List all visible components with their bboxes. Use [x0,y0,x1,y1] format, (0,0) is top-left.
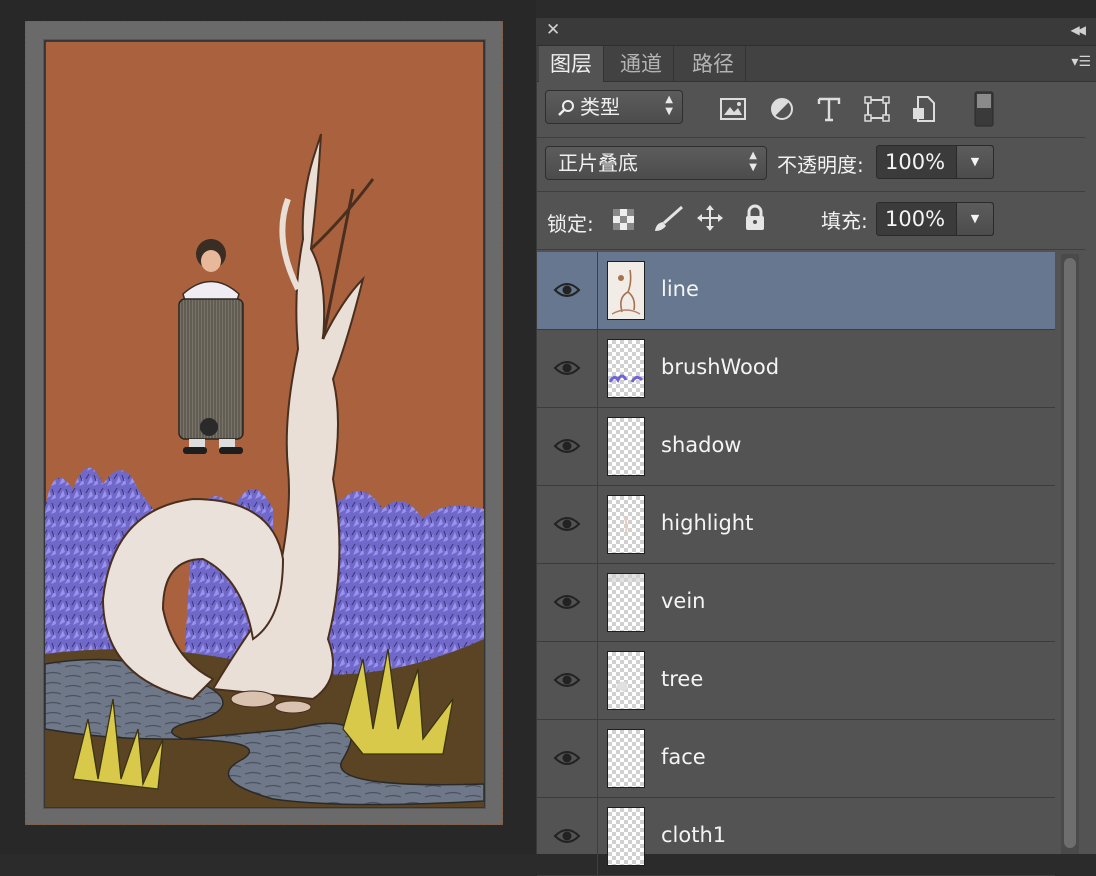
brushwood-thumbnail-art [608,374,644,383]
visibility-cell[interactable] [537,330,598,407]
filter-type-label: 类型 [580,95,620,119]
visibility-cell[interactable] [537,252,598,329]
collapse-panel-icon[interactable]: ◀◀ [1071,23,1087,37]
blend-mode-label: 正片叠底 [558,151,638,175]
layer-row-highlight[interactable]: highlight [537,486,1055,564]
layer-row-vein[interactable]: vein [537,564,1055,642]
artwork-illustration [43,39,486,809]
layer-thumbnail [607,807,645,866]
layer-thumbnail [607,417,645,476]
vein-thumbnail-art [608,574,644,582]
layer-thumbnail [607,495,645,554]
shape-layer-filter-icon[interactable] [862,94,892,124]
eye-icon[interactable] [553,826,581,846]
layer-name[interactable]: vein [661,589,706,613]
layer-row-shadow[interactable]: shadow [537,408,1055,486]
panel-titlebar: ✕ ◀◀ [537,18,1096,46]
adjustment-layer-filter-icon[interactable] [767,94,797,124]
eye-icon[interactable] [553,358,581,378]
layer-thumbnail [607,651,645,710]
layer-name[interactable]: brushWood [661,355,779,379]
line-thumbnail-art [611,269,641,315]
document-canvas-area[interactable] [0,0,536,854]
tab-paths[interactable]: 路径 [681,46,746,81]
document-frame[interactable] [25,21,503,825]
blend-mode-select[interactable]: 正片叠底 ▲ ▼ [545,146,767,180]
layer-row-line[interactable]: line [537,252,1055,330]
eye-icon[interactable] [553,436,581,456]
layer-name[interactable]: shadow [661,433,741,457]
layers-panel: ✕ ◀◀ 图层 通道 路径 ▾☰ 类型 ▲ ▼ 正片叠底 ▲ ▼ 不透明度: 1… [536,18,1096,876]
opacity-input[interactable]: 100% ▼ [876,145,994,179]
layer-thumbnail [607,729,645,788]
layer-name[interactable]: tree [661,667,703,691]
stepper-arrows-icon: ▲ ▼ [665,94,673,117]
eye-icon[interactable] [553,748,581,768]
eye-icon[interactable] [553,280,581,300]
lock-row: 锁定: 填充: 100% ▼ [537,192,1085,250]
layer-name[interactable]: highlight [661,511,753,535]
eye-icon[interactable] [553,514,581,534]
lock-label: 锁定: [547,212,594,236]
visibility-cell[interactable] [537,798,598,875]
panel-tabs: 图层 通道 路径 ▾☰ [537,46,1096,82]
opacity-value: 100% [885,150,946,174]
visibility-cell[interactable] [537,642,598,719]
fill-value: 100% [885,207,946,231]
layer-row-brushwood[interactable]: brushWood [537,330,1055,408]
filter-toggle-switch[interactable] [974,91,994,127]
filter-type-select[interactable]: 类型 ▲ ▼ [545,90,683,124]
layer-thumbnail [607,573,645,632]
lock-image-pixels-icon[interactable] [650,205,684,233]
stepper-arrows-icon: ▲ ▼ [749,150,757,173]
layers-scrollbar[interactable] [1061,254,1079,854]
panel-menu-icon[interactable]: ▾☰ [1071,54,1091,70]
opacity-label: 不透明度: [777,153,864,177]
visibility-cell[interactable] [537,486,598,563]
fill-label: 填充: [821,209,868,233]
pixel-layer-filter-icon[interactable] [718,94,748,124]
search-icon [558,100,574,116]
layer-thumbnail [607,261,645,320]
lock-all-icon[interactable] [744,204,766,232]
layer-name[interactable]: line [661,277,699,301]
layer-row-face[interactable]: face [537,720,1055,798]
eye-icon[interactable] [553,592,581,612]
type-layer-filter-icon[interactable] [814,94,844,124]
visibility-cell[interactable] [537,720,598,797]
visibility-cell[interactable] [537,408,598,485]
layer-name[interactable]: face [661,745,706,769]
tree-thumbnail-art [616,681,628,692]
layer-thumbnail [607,339,645,398]
tab-layers[interactable]: 图层 [539,46,604,82]
layer-row-cloth1[interactable]: cloth1 [537,798,1055,876]
blend-row: 正片叠底 ▲ ▼ 不透明度: 100% ▼ [537,138,1085,192]
lock-position-icon[interactable] [696,204,724,232]
filter-row: 类型 ▲ ▼ [537,81,1085,138]
chevron-down-icon[interactable]: ▼ [956,146,993,178]
chevron-down-icon[interactable]: ▼ [956,203,993,235]
smart-object-filter-icon[interactable] [909,94,939,124]
layer-name[interactable]: cloth1 [661,823,726,847]
tab-channels[interactable]: 通道 [609,46,674,81]
layer-row-tree[interactable]: tree [537,642,1055,720]
lock-transparent-pixels-icon[interactable] [613,209,634,230]
highlight-thumbnail-art [623,515,628,533]
close-icon[interactable]: ✕ [546,20,560,40]
visibility-cell[interactable] [537,564,598,641]
eye-icon[interactable] [553,670,581,690]
fill-input[interactable]: 100% ▼ [876,202,994,236]
scrollbar-thumb[interactable] [1064,258,1076,848]
